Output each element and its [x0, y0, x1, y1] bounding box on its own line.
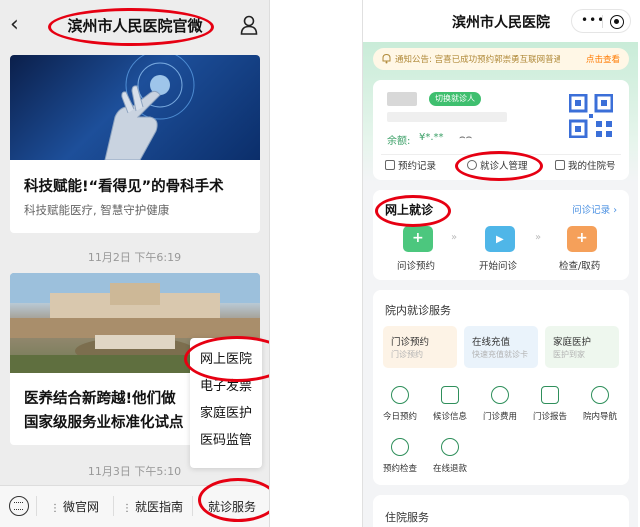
mail-icon[interactable] [441, 386, 459, 404]
miniprogram-header: 滨州市人民医院 ••• [363, 0, 638, 42]
service-outpatient-report[interactable]: 门诊报告 [525, 410, 575, 422]
close-target-icon[interactable] [610, 15, 624, 29]
document-icon [385, 160, 395, 170]
service-book-exam[interactable]: 预约检查 [375, 462, 425, 474]
service-today-booking[interactable]: 今日预约 [375, 410, 425, 422]
refund-icon[interactable] [441, 438, 459, 456]
eye-closed-icon[interactable]: ⌢⌢ [459, 132, 472, 143]
tab-micro-site[interactable]: ⋮ 微官网 [50, 498, 99, 515]
article-title: 科技赋能!“看得见”的骨科手术 [24, 179, 224, 195]
account-header: ‹ 滨州市人民医院官微 [0, 0, 269, 50]
section-title: 院内就诊服务 [385, 304, 451, 317]
miniprogram-capsule: ••• [571, 9, 631, 33]
tile-family-care[interactable]: 家庭医护 医护到家 [545, 326, 619, 368]
appointment-records-link[interactable]: 预约记录 [385, 158, 436, 172]
inpatient-services-section: 住院服务 [373, 495, 629, 527]
location-pin-icon[interactable] [591, 386, 609, 404]
stethoscope-icon[interactable] [391, 438, 409, 456]
menu-dots-icon: ⋮ [122, 503, 132, 514]
medicine-kit-icon[interactable]: + [567, 226, 597, 252]
submenu-popup: 网上医院 电子发票 家庭医护 医码监管 [190, 338, 262, 468]
menu-dots-icon: ⋮ [50, 503, 60, 514]
divider [602, 15, 603, 28]
online-consultation-section: 网上就诊 问诊记录 › + 问诊预约 » ▶ 开始问诊 » + 检查/取药 [373, 190, 629, 280]
article-title-line1: 医养结合新跨越!他们做 [24, 391, 176, 407]
person-icon[interactable] [240, 15, 258, 35]
exam-pickup-label: 检查/取药 [559, 261, 601, 272]
bottom-menu-bar: ⋮ 微官网 ⋮ 就医指南 就诊服务 [0, 485, 269, 527]
divider [36, 496, 37, 516]
notice-text: 通知公告: 宫喜已成功预约郭崇勇互联网普通号 [395, 55, 560, 65]
service-online-refund[interactable]: 在线退款 [425, 462, 475, 474]
consult-booking-label: 问诊预约 [397, 261, 436, 272]
menu-item-family-care[interactable]: 家庭医护 [190, 400, 262, 427]
patient-id-masked [387, 112, 507, 122]
notice-bar[interactable]: 通知公告: 宫喜已成功预约郭崇勇互联网普通号 点击查看 [373, 48, 629, 70]
menu-item-medical-code[interactable]: 医码监管 [190, 427, 262, 454]
menu-item-online-hospital[interactable]: 网上医院 [190, 346, 262, 373]
divider [113, 496, 114, 516]
account-title: 滨州市人民医院官微 [67, 17, 203, 35]
hospital-miniprogram-screen: 滨州市人民医院 ••• 通知公告: 宫喜已成功预约郭崇勇互联网普通号 点击查看 … [362, 0, 638, 527]
section-title: 网上就诊 [385, 203, 434, 217]
divider [381, 154, 621, 155]
balance-label: 余额: [387, 136, 411, 147]
person-pin-icon [467, 160, 477, 170]
tab-medical-guide[interactable]: ⋮ 就医指南 [122, 498, 183, 515]
switch-patient-button[interactable]: 切换就诊人 [429, 92, 481, 106]
step-arrow-icon: » [535, 232, 542, 243]
yen-coin-icon[interactable] [491, 386, 509, 404]
keyboard-icon[interactable] [9, 496, 29, 516]
start-consult-label: 开始问诊 [479, 261, 518, 272]
service-waiting-info[interactable]: 候诊信息 [425, 410, 475, 422]
consult-booking-icon[interactable]: + [403, 226, 433, 252]
wechat-official-account-screen: ‹ 滨州市人民医院官微 科技赋能!“看得见”的骨科手术 科技赋能医疗, 智慧守护… [0, 0, 270, 527]
notice-view-link[interactable]: 点击查看 [586, 53, 620, 65]
home-icon [555, 160, 565, 170]
service-hospital-navigation[interactable]: 院内导航 [575, 410, 625, 422]
screenshot-root: ‹ 滨州市人民医院官微 科技赋能!“看得见”的骨科手术 科技赋能医疗, 智慧守护… [0, 0, 640, 527]
divider [192, 496, 193, 516]
consultation-records-link[interactable]: 问诊记录 › [572, 202, 617, 216]
step-arrow-icon: » [451, 232, 458, 243]
article-card[interactable]: 科技赋能!“看得见”的骨科手术 科技赋能医疗, 智慧守护健康 [10, 55, 260, 233]
robot-hand-image [10, 55, 260, 160]
message-timestamp: 11月2日 下午6:19 [87, 251, 182, 264]
inpatient-number-link[interactable]: 我的住院号 [555, 158, 616, 172]
inhospital-services-section: 院内就诊服务 门诊预约 门诊预约 在线充值 快速充值就诊卡 家庭医护 医护到家 … [373, 290, 629, 485]
bell-icon [382, 53, 391, 64]
tile-online-recharge[interactable]: 在线充值 快速充值就诊卡 [464, 326, 538, 368]
service-outpatient-fees[interactable]: 门诊费用 [475, 410, 525, 422]
patient-name-masked [387, 92, 417, 106]
report-icon[interactable] [541, 386, 559, 404]
article-title-line2: 国家级服务业标准化试点 [24, 415, 184, 431]
menu-item-e-invoice[interactable]: 电子发票 [190, 373, 262, 400]
balance-value: ¥*.** [419, 132, 444, 143]
clock-icon[interactable] [391, 386, 409, 404]
tile-outpatient-booking[interactable]: 门诊预约 门诊预约 [383, 326, 457, 368]
patient-management-link[interactable]: 就诊人管理 [467, 158, 528, 172]
qr-code-icon[interactable] [569, 94, 613, 138]
video-consult-icon[interactable]: ▶ [485, 226, 515, 252]
article-subtitle: 科技赋能医疗, 智慧守护健康 [24, 203, 170, 217]
tab-medical-service[interactable]: 就诊服务 [208, 498, 256, 515]
section-title: 住院服务 [385, 511, 429, 524]
